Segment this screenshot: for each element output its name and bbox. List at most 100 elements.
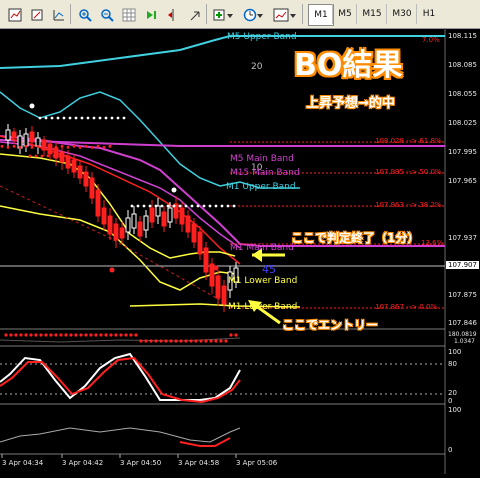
oscillator-dot [79,333,83,337]
candle-body [65,155,71,169]
zoom-in-icon[interactable] [26,4,48,26]
oscillator-dot [84,333,88,337]
candle-body [215,275,221,299]
oscillator-dot [109,333,113,337]
oscillator-dot [39,333,43,337]
oscillator-dot [9,333,13,337]
result-title: BO結果 [294,48,403,83]
signal-dot [130,204,134,208]
oscillator-dot [219,339,223,343]
osc1-axis-bottom: 1.0347 [454,338,475,345]
m5-main-band-label: M5 Main Band [230,154,294,164]
signal-dot [48,144,52,148]
signal-dot [92,116,96,120]
oscillator-dot [229,333,233,337]
oscillator-dot [174,339,178,343]
signal-dot [29,103,35,109]
candle-body [179,207,185,225]
m1-main-band-label: M1 Main Band [230,243,294,253]
signal-dot [42,145,46,149]
grid-icon[interactable] [118,4,140,26]
signal-dot [208,204,212,208]
signal-dot [58,154,62,158]
signal-dot [122,116,126,120]
signal-dot [44,116,48,120]
candle-body [11,131,17,139]
oscillator-dot [179,339,183,343]
signal-dot [232,204,236,208]
chart-area[interactable]: BO結果 上昇予想→的中 7.0% 20 10 45 M5 Upper Band… [0,28,480,474]
oscillator-dot [154,339,158,343]
indicators-icon[interactable] [210,4,238,26]
oscillator-dot [164,339,168,343]
price-tick: 108.085 [448,61,477,69]
signal-dot [196,204,200,208]
candle-body [119,227,125,239]
timeframe-m15[interactable]: M15 [356,4,387,24]
toolbar: M1 M5 M15 M30 H1 [0,0,480,29]
fib-label-236: 13.6% [421,239,444,247]
clock-icon[interactable] [240,4,268,26]
time-label: 3 Apr 05:06 [236,459,278,467]
fib-label-500: 107.995 --> 50.0% [375,168,442,176]
timeframe-m5[interactable]: M5 [332,4,357,24]
oscillator-dot [34,333,38,337]
oscillator-1-line [0,337,241,343]
signal-dot [214,204,218,208]
signal-dot [102,145,106,149]
candle-body [71,159,77,173]
candle-body [191,223,197,243]
timeframe-h1[interactable]: H1 [416,4,441,24]
magnifier-plus-icon[interactable] [74,4,96,26]
signal-dot [148,204,152,208]
auto-scroll-icon[interactable] [140,4,162,26]
signal-dot [109,267,115,273]
signal-dot [213,265,219,271]
candle-body [197,231,203,255]
zoom-out-icon[interactable] [48,4,70,26]
magnifier-minus-icon[interactable] [96,4,118,26]
signal-dot [54,145,58,149]
fib-label-618: 108.028 --> 61.8% [375,137,442,145]
top-right-marker: 7.0% [422,36,440,44]
arrow-icon[interactable] [184,4,206,26]
oscillator-dot [29,333,33,337]
price-tick: 107.846 [448,319,477,327]
signal-dot [56,116,60,120]
timeframe-m30[interactable]: M30 [386,4,417,24]
oscillator-dot [199,339,203,343]
timeframe-m1[interactable]: M1 [308,4,334,26]
candle-body [95,189,101,217]
candlesticks [5,124,239,312]
oscillator-dot [209,339,213,343]
signal-dot [86,116,90,120]
price-tick: 108.115 [448,32,477,40]
osc3-axis-0: 0 [448,446,453,454]
candle-body [23,133,29,147]
price-tick: 108.025 [448,119,477,127]
signal-dot [60,144,64,148]
oscillator-dot [234,333,238,337]
oscillator-dot [139,339,143,343]
signal-dot [190,204,194,208]
price-tick: 108.055 [448,90,477,98]
candle-body [107,215,113,235]
new-chart-icon[interactable] [4,4,26,26]
oscillator-dot [189,339,193,343]
oscillator-dot [194,339,198,343]
time-label: 3 Apr 04:58 [178,459,220,467]
signal-dot [46,154,50,158]
time-label: 3 Apr 04:50 [120,459,162,467]
signal-dot [24,144,28,148]
oscillator-dot [14,333,18,337]
signal-dot [116,116,120,120]
chart-shift-icon[interactable] [162,4,184,26]
oscillator-dot [184,339,188,343]
candle-body [143,215,149,231]
template-icon[interactable] [270,4,300,26]
signal-dot [68,116,72,120]
oscillator-dot [124,333,128,337]
time-ticks [1,454,237,458]
oscillator-dot [54,333,58,337]
m1-lower-band-label-2: M1 Lower Band [228,302,298,312]
